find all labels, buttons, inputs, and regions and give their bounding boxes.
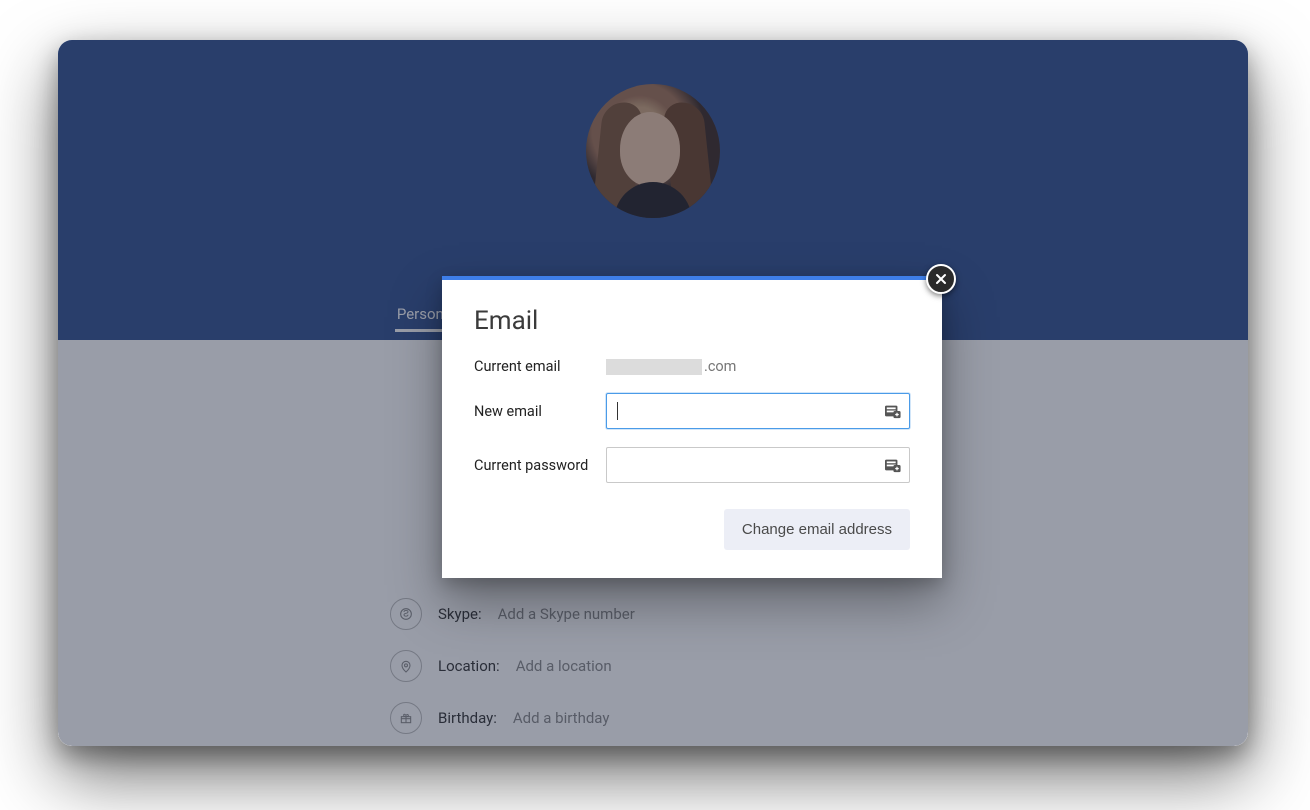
close-button[interactable] xyxy=(926,264,956,294)
current-email-value: .com xyxy=(606,358,736,375)
text-caret xyxy=(617,402,618,420)
current-email-row: Current email .com xyxy=(474,358,910,375)
modal-title: Email xyxy=(474,306,910,336)
close-icon xyxy=(935,270,947,289)
redacted-email-prefix xyxy=(606,359,702,375)
current-password-row: Current password xyxy=(474,447,910,483)
new-email-input[interactable] xyxy=(606,393,910,429)
current-email-label: Current email xyxy=(474,358,606,375)
current-password-label: Current password xyxy=(474,457,606,474)
new-email-label: New email xyxy=(474,403,606,420)
new-email-row: New email xyxy=(474,393,910,429)
email-modal: Email Current email .com New email Curre… xyxy=(442,276,942,578)
change-email-button[interactable]: Change email address xyxy=(724,509,910,550)
password-manager-icon[interactable] xyxy=(884,457,902,473)
password-manager-icon[interactable] xyxy=(884,403,902,419)
current-password-input[interactable] xyxy=(606,447,910,483)
